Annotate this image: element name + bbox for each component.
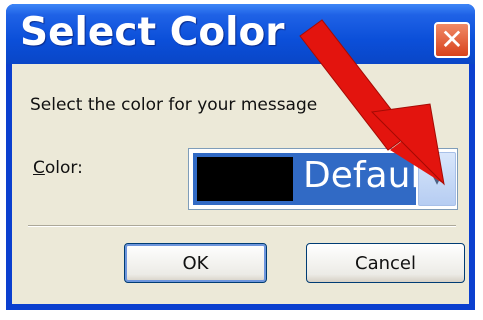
title-bar[interactable]: Select Color ✕	[6, 4, 475, 64]
color-combobox[interactable]: Default ▾	[188, 148, 458, 210]
close-button[interactable]: ✕	[434, 22, 470, 58]
combo-dropdown-button[interactable]: ▾	[418, 152, 456, 206]
close-icon: ✕	[440, 23, 464, 56]
dialog-message: Select the color for your message	[30, 95, 318, 115]
combo-selected-text: Default	[303, 155, 416, 196]
ok-button[interactable]: OK	[124, 243, 267, 283]
color-label: Color:	[33, 158, 83, 178]
color-swatch	[197, 157, 293, 201]
chevron-down-icon: ▾	[432, 168, 442, 190]
color-label-accelerator: C	[33, 158, 45, 178]
window-title: Select Color	[20, 10, 285, 55]
combo-selected-item[interactable]: Default	[193, 153, 416, 205]
color-label-text: olor:	[44, 158, 83, 178]
separator	[28, 225, 456, 227]
cancel-button[interactable]: Cancel	[306, 243, 465, 283]
